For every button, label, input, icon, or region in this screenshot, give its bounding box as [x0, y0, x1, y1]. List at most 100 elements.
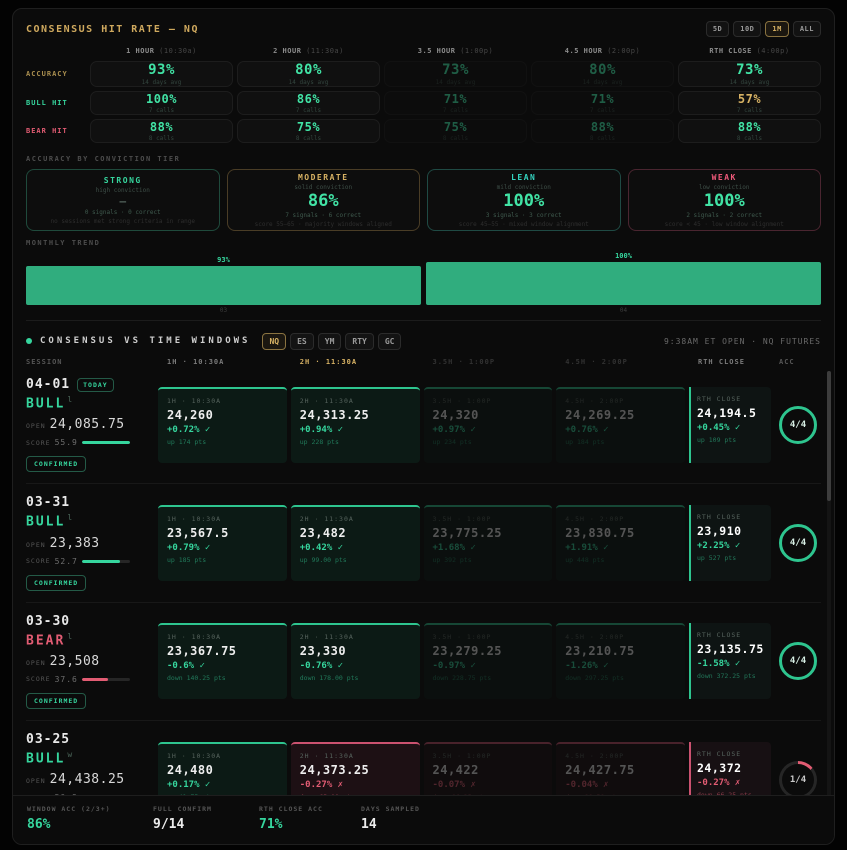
- trend-title: MONTHLY TREND: [26, 239, 101, 247]
- direction-label: BULL w: [26, 749, 75, 767]
- tab-rty[interactable]: RTY: [345, 332, 374, 350]
- range-button-10d[interactable]: 10D: [733, 21, 762, 37]
- session-info: 03-30 BEAR l OPEN 23,508 SCORE 37.6 CONFIRM…: [26, 614, 154, 709]
- trend-bar-april: 100%: [426, 252, 821, 305]
- column-header-rth: RTH CLOSE (4:00p): [709, 47, 790, 55]
- tier-tile-moderate: MODERATE solid conviction 86% 7 signals …: [226, 169, 420, 231]
- bull-hit-cell: 71% 7 calls: [384, 91, 527, 115]
- session-row-04-01[interactable]: 04-01 TODAY BULL l OPEN 24,085.75 SCORE 55.9…: [26, 366, 821, 485]
- accuracy-ring: 1/4: [779, 760, 817, 799]
- window-cell-3-5h: 3.5H · 1:00P 24,320 +0.97% ✓ up 234 pts: [423, 386, 553, 463]
- tab-ym[interactable]: YM: [317, 332, 342, 350]
- tab-nq[interactable]: NQ: [262, 332, 287, 350]
- stat-window-acc: WINDOW ACC (2/3+) 86%: [27, 805, 111, 832]
- open-price: OPEN 24,085.75: [26, 417, 125, 433]
- tier-tile-lean: LEAN mild conviction 100% 3 signals · 3 …: [427, 169, 621, 231]
- score: SCORE 55.9: [26, 438, 148, 447]
- page-title: CONSENSUS HIT RATE — NQ: [26, 23, 199, 35]
- window-cell-3-5h: 3.5H · 1:00P 23,775.25 +1.68% ✓ up 392 pts: [423, 504, 553, 581]
- trend-bars: 93% 100%: [26, 249, 821, 305]
- sessions-title: CONSENSUS VS TIME WINDOWS: [40, 336, 251, 346]
- accuracy-ring: 4/4: [779, 405, 817, 444]
- trend-bar-march: 93%: [26, 256, 421, 305]
- confirmed-badge: CONFIRMED: [26, 574, 87, 591]
- tier-letter: w: [67, 749, 75, 759]
- bar: [426, 262, 821, 305]
- range-button-all[interactable]: ALL: [792, 21, 821, 37]
- session-date: 03-30: [26, 613, 71, 629]
- window-cell-1h: 1H · 10:30A 23,567.5 +0.79% ✓ up 185 pts: [158, 504, 287, 581]
- market-status-text: 9:38AM ET OPEN · NQ FUTURES: [663, 336, 821, 346]
- session-row-03-31[interactable]: 03-31 BULL l OPEN 23,383 SCORE 52.7 CONFIRM…: [26, 484, 821, 603]
- window-cell-rth: RTH CLOSE 23,910 +2.25% ✓ up 527 pts: [689, 504, 771, 581]
- stat-rth-close-acc: RTH CLOSE ACC 71%: [259, 805, 323, 832]
- bull-hit-cell: 100% 7 calls: [90, 91, 233, 115]
- window-cell-3-5h: 3.5H · 1:00P 23,279.25 -0.97% ✓ down 228.75…: [423, 623, 553, 700]
- session-info: 03-31 BULL l OPEN 23,383 SCORE 52.7 CONFIRM…: [26, 495, 154, 591]
- window-cell-4-5h: 4.5H · 2:00P 23,830.75 +1.91% ✓ up 448 pts: [556, 504, 685, 581]
- sessions-scrollbar[interactable]: [827, 371, 831, 801]
- scrollbar-thumb[interactable]: [827, 371, 831, 501]
- row-label-bull-hit: BULL HIT: [26, 99, 68, 107]
- accuracy-cell: 73% 14 days avg: [678, 61, 821, 87]
- window-cell-rth: RTH CLOSE 24,194.5 +0.45% ✓ up 109 pts: [689, 386, 771, 463]
- live-dot-icon: [26, 338, 32, 344]
- column-header-2h: 2 HOUR (11:30a): [273, 47, 344, 55]
- tier-letter: l: [67, 395, 75, 404]
- column-header-1h: 1 HOUR (10:30a): [126, 47, 197, 55]
- bull-hit-cell: 57% 7 calls: [678, 91, 821, 115]
- trend-month-labels: 03 04: [219, 307, 628, 314]
- tier-letter: l: [67, 631, 75, 641]
- summary-footer: WINDOW ACC (2/3+) 86% FULL CONFIRM 9/14 …: [13, 795, 834, 844]
- accuracy-cell: 80% 14 days avg: [237, 61, 380, 87]
- session-info: 04-01 TODAY BULL l OPEN 24,085.75 SCORE 55.9…: [26, 377, 154, 473]
- dashboard-panel: CONSENSUS HIT RATE — NQ 5D 10D 1M ALL 1 …: [12, 8, 835, 845]
- window-cell-1h: 1H · 10:30A 23,367.75 -0.6% ✓ down 140.25 p…: [158, 623, 287, 700]
- window-cell-2h: 2H · 11:30A 24,313.25 +0.94% ✓ up 228 pts: [290, 386, 420, 463]
- stat-days-sampled: DAYS SAMPLED 14: [361, 805, 420, 832]
- header: CONSENSUS HIT RATE — NQ 5D 10D 1M ALL: [26, 17, 821, 41]
- window-cell-2h: 2H · 11:30A 23,482 +0.42% ✓ up 99.00 pts: [290, 504, 420, 581]
- range-button-1m[interactable]: 1M: [765, 21, 789, 37]
- score: SCORE 37.6: [26, 675, 148, 684]
- score-bar: [81, 559, 130, 563]
- window-cell-2h: 2H · 11:30A 23,330 -0.76% ✓ down 178.00 pts: [290, 623, 420, 700]
- range-button-5d[interactable]: 5D: [705, 21, 730, 37]
- tab-gc[interactable]: GC: [377, 332, 402, 350]
- session-date: 04-01: [26, 377, 71, 392]
- sessions-header: CONSENSUS VS TIME WINDOWS NQ ES YM RTY G…: [26, 330, 821, 352]
- tier-tile-weak: WEAK low conviction 100% 2 signals · 2 c…: [627, 169, 821, 231]
- bear-hit-cell: 75% 8 calls: [384, 119, 527, 143]
- bull-hit-cell: 71% 7 calls: [531, 91, 674, 115]
- column-header-4-5h: 4.5 HOUR (2:00p): [564, 47, 641, 55]
- session-row-03-30[interactable]: 03-30 BEAR l OPEN 23,508 SCORE 37.6 CONFIRM…: [26, 603, 821, 721]
- window-cell-4-5h: 4.5H · 2:00P 24,269.25 +0.76% ✓ up 184 pts: [556, 386, 685, 463]
- bear-hit-cell: 88% 8 calls: [678, 119, 821, 143]
- window-cell-4-5h: 4.5H · 2:00P 23,210.75 -1.26% ✓ down 297.25…: [556, 623, 685, 700]
- bar: [26, 266, 421, 305]
- accuracy-ring: 4/4: [779, 642, 817, 681]
- accuracy-cell: 80% 14 days avg: [531, 61, 674, 87]
- confirmed-badge: CONFIRMED: [26, 692, 87, 709]
- sessions-table-header: SESSION 1H · 10:30A 2H · 11:30A 3.5H · 1…: [26, 358, 795, 366]
- bear-hit-cell: 88% 8 calls: [531, 119, 674, 143]
- hit-rate-grid: 1 HOUR (10:30a) 2 HOUR (11:30a) 3.5 HOUR…: [26, 47, 821, 143]
- column-header-3-5h: 3.5 HOUR (1:00p): [417, 47, 494, 55]
- bull-hit-cell: 86% 7 calls: [237, 91, 380, 115]
- tab-es[interactable]: ES: [290, 332, 314, 350]
- direction-label: BEAR l: [26, 631, 75, 648]
- tier-section-title: ACCURACY BY CONVICTION TIER: [26, 155, 181, 163]
- tier-tiles: STRONG high conviction — 0 signals · 0 c…: [26, 169, 821, 231]
- accuracy-cell: 73% 14 days avg: [384, 61, 527, 87]
- open-price: OPEN 24,438.25: [26, 772, 125, 788]
- bear-hit-cell: 75% 8 calls: [237, 119, 380, 143]
- row-label-bear-hit: BEAR HIT: [26, 127, 68, 135]
- score-bar: [81, 677, 130, 681]
- today-badge: TODAY: [77, 377, 114, 392]
- accuracy-cell: 93% 14 days avg: [90, 61, 233, 87]
- accuracy-ring: 4/4: [779, 523, 817, 562]
- divider: [26, 320, 821, 321]
- session-date: 03-31: [26, 495, 71, 511]
- tier-letter: l: [67, 513, 75, 523]
- direction-label: BULL l: [26, 395, 75, 412]
